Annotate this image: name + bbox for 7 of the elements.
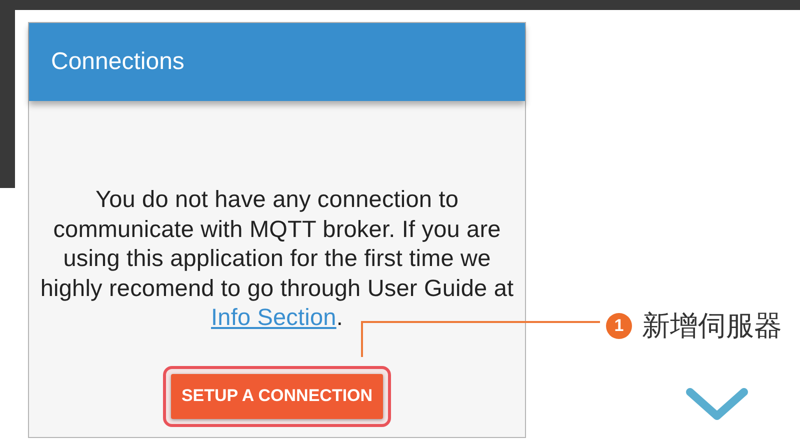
setup-connection-button[interactable]: SETUP A CONNECTION bbox=[171, 374, 383, 418]
app-bar-title: Connections bbox=[51, 47, 184, 77]
callout-number: 1 bbox=[606, 313, 632, 339]
info-section-link[interactable]: Info Section bbox=[211, 304, 336, 330]
chevron-down-icon bbox=[686, 388, 748, 422]
empty-message: You do not have any connection to communicate with MQTT broker. If you are using this application for the first time we highly recomend to go through User Guide at Info Section. bbox=[39, 185, 515, 332]
callout-label: 新增伺服器 bbox=[642, 311, 782, 341]
